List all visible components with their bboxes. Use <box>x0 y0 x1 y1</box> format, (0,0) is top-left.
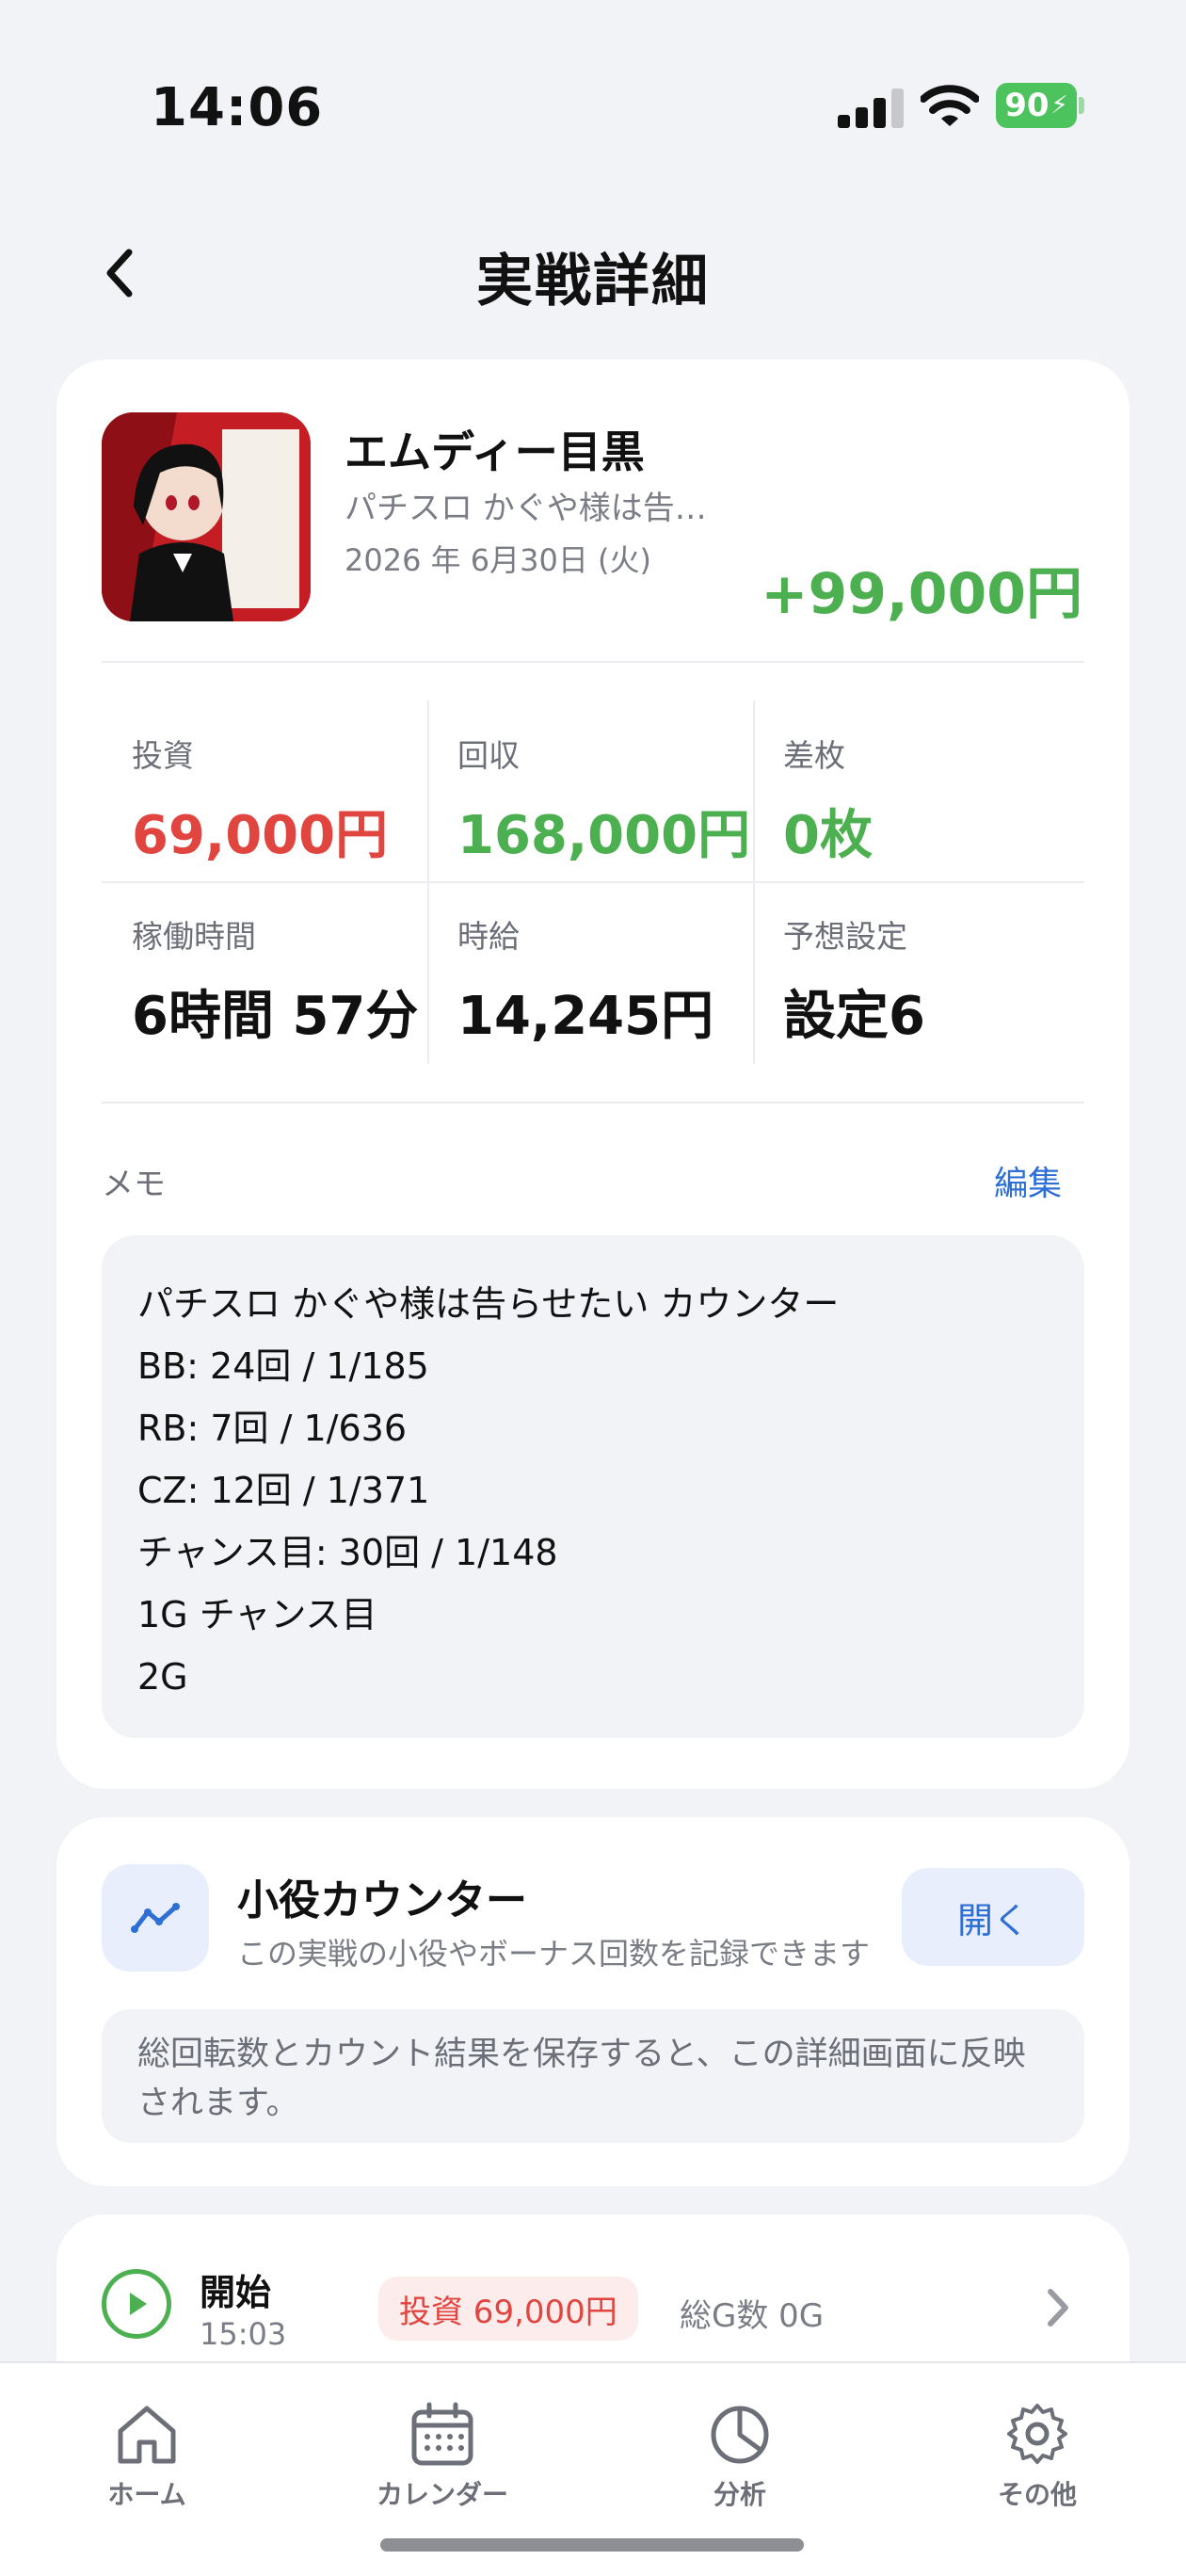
home-indicator[interactable] <box>380 2538 804 2552</box>
session-detail-card: エムディー目黒 パチスロ かぐや様は告… 2026 年 6月30日 (火) +9… <box>56 360 1130 1789</box>
memo-box: パチスロ かぐや様は告らせたい カウンター BB: 24回 / 1/185 RB… <box>102 1235 1084 1738</box>
gear-icon <box>1007 2404 1067 2464</box>
counter-title: 小役カウンター <box>237 1876 527 1924</box>
divider <box>102 661 1084 663</box>
tab-settings[interactable]: その他 <box>943 2401 1131 2514</box>
store-name: エムディー目黒 <box>345 427 645 477</box>
machine-name: パチスロ かぐや様は告… <box>345 490 707 527</box>
stat-estimated-setting: 予想設定 設定6 <box>753 883 1079 1062</box>
stat-value: 設定6 <box>783 986 925 1047</box>
stat-value: 14,245円 <box>457 986 714 1047</box>
open-counter-button[interactable]: 開く <box>902 1868 1084 1966</box>
stat-label: 差枚 <box>783 737 845 774</box>
battery-icon: 90 ⚡ <box>996 83 1084 128</box>
tab-calendar[interactable]: カレンダー <box>348 2401 537 2514</box>
stat-value: 168,000円 <box>457 805 751 866</box>
stat-label: 稼働時間 <box>132 918 256 955</box>
stat-hourly-rate: 時給 14,245円 <box>427 883 753 1062</box>
divider <box>102 1102 1084 1103</box>
home-icon <box>118 2406 176 2464</box>
status-time: 14:06 <box>151 77 324 138</box>
counter-note: 総回転数とカウント結果を保存すると、この詳細画面に反映されます。 <box>102 2009 1084 2143</box>
tab-analysis[interactable]: 分析 <box>646 2401 834 2514</box>
stat-label: 投資 <box>132 737 194 774</box>
memo-line: パチスロ かぐや様は告らせたい カウンター <box>137 1283 840 1325</box>
play-icon <box>102 2269 171 2339</box>
stat-return: 回収 168,000円 <box>427 702 753 881</box>
memo-line: 2G <box>137 1656 188 1698</box>
stat-value: 0枚 <box>783 805 873 866</box>
memo-line: RB: 7回 / 1/636 <box>137 1408 408 1449</box>
status-bar: 14:06 90 ⚡ <box>0 0 1186 217</box>
pie-chart-icon <box>711 2406 769 2464</box>
machine-thumbnail <box>102 412 311 621</box>
stat-label: 予想設定 <box>783 918 907 955</box>
tab-label: ホーム <box>107 2479 186 2510</box>
stat-value: 6時間 57分 <box>132 986 419 1047</box>
counter-card: 小役カウンター この実戦の小役やボーナス回数を記録できます 開く 総回転数とカウ… <box>56 1817 1130 2186</box>
total-profit: +99,000円 <box>761 561 1082 627</box>
tab-label: 分析 <box>713 2479 766 2510</box>
stat-value: 69,000円 <box>132 805 389 866</box>
cellular-signal-icon <box>838 87 904 128</box>
battery-level: 90 <box>1004 87 1050 124</box>
memo-line: CZ: 12回 / 1/371 <box>137 1470 430 1511</box>
stat-play-time: 稼働時間 6時間 57分 <box>102 883 427 1062</box>
calendar-icon <box>411 2402 473 2466</box>
stat-investment: 投資 69,000円 <box>102 702 427 881</box>
timeline-games: 総G数 0G <box>680 2297 825 2335</box>
tab-label: カレンダー <box>376 2479 508 2510</box>
memo-line: 1G チャンス目 <box>137 1594 377 1635</box>
timeline-invest-badge: 投資 69,000円 <box>378 2277 638 2341</box>
edit-memo-button[interactable]: 編集 <box>994 1156 1062 1205</box>
line-chart-icon <box>102 1864 209 1972</box>
page-title: 実戦詳細 <box>476 249 710 314</box>
play-date: 2026 年 6月30日 (火) <box>345 542 652 578</box>
chevron-right-icon[interactable] <box>1039 2284 1077 2331</box>
stat-difference: 差枚 0枚 <box>753 702 1079 881</box>
memo-line: BB: 24回 / 1/185 <box>137 1345 429 1387</box>
memo-line: チャンス目: 30回 / 1/148 <box>137 1532 558 1573</box>
app-screen: 14:06 90 ⚡ 実戦詳細 エムディー目黒 パチスロ かぐや様は告… 202… <box>0 0 1186 2576</box>
counter-subtitle: この実戦の小役やボーナス回数を記録できます <box>237 1936 871 1972</box>
memo-label: メモ <box>102 1166 166 1203</box>
timeline-time: 15:03 <box>200 2316 287 2352</box>
wifi-icon <box>920 83 980 130</box>
tab-home[interactable]: ホーム <box>53 2401 241 2514</box>
tab-label: その他 <box>997 2479 1077 2510</box>
stat-label: 時給 <box>457 918 520 955</box>
stat-label: 回収 <box>457 737 520 774</box>
timeline-label: 開始 <box>200 2272 272 2313</box>
